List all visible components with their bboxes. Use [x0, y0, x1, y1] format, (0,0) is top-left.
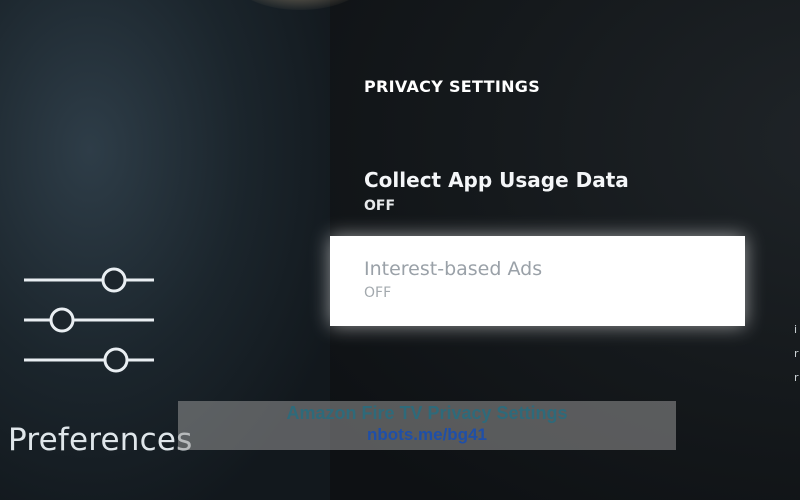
sliders-icon [24, 267, 154, 373]
setting-name: Interest-based Ads [364, 258, 543, 280]
setting-value: OFF [364, 198, 396, 214]
setting-name: Collect App Usage Data [364, 168, 629, 192]
watermark-overlay: Amazon Fire TV Privacy Settings nbots.me… [178, 401, 676, 450]
section-title: PRIVACY SETTINGS [364, 77, 541, 96]
setting-collect-app-usage-data[interactable]: Collect App Usage Data OFF [364, 168, 629, 214]
watermark-url: nbots.me/bg41 [367, 425, 487, 444]
offscreen-text-edge: irr [794, 323, 799, 384]
sidebar-label-preferences[interactable]: Preferences [8, 422, 193, 458]
watermark-title: Amazon Fire TV Privacy Settings [286, 403, 568, 423]
setting-value: OFF [364, 285, 392, 301]
setting-interest-based-ads[interactable]: Interest-based Ads OFF [330, 236, 745, 326]
